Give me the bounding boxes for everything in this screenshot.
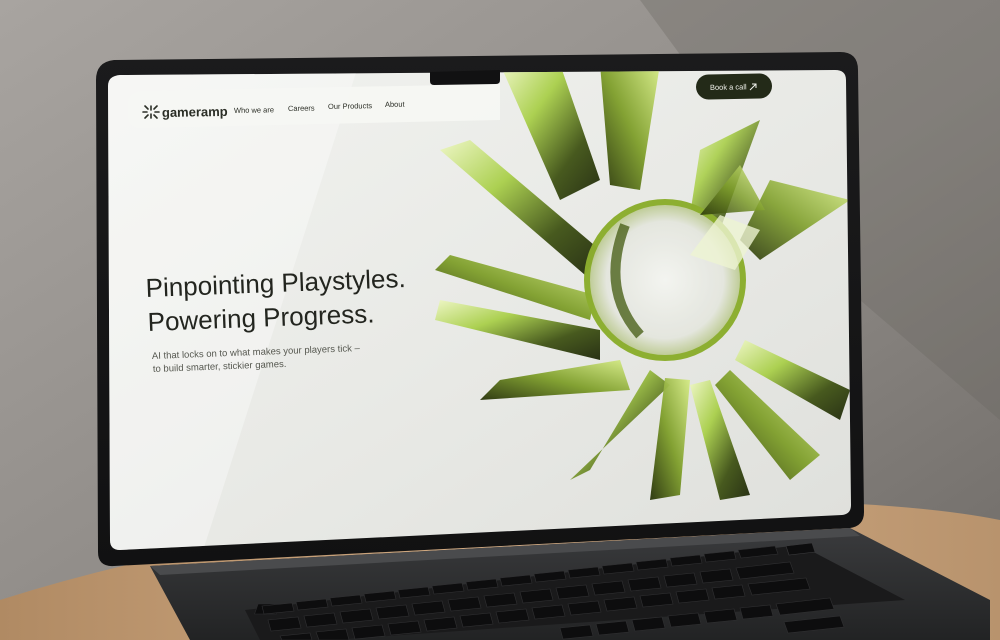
nav-item-our-products[interactable]: Our Products: [328, 101, 373, 111]
book-a-call-button[interactable]: Book a call: [696, 73, 773, 100]
brand-logo[interactable]: gameramp: [142, 104, 228, 120]
nav-item-about[interactable]: About: [385, 100, 406, 109]
brand-name: gameramp: [162, 104, 228, 120]
book-a-call-label: Book a call: [710, 82, 747, 92]
nav-item-careers[interactable]: Careers: [288, 104, 315, 113]
camera-notch: [430, 70, 500, 85]
nav-item-who-we-are[interactable]: Who we are: [234, 105, 274, 115]
laptop-scene: gameramp Who we are Careers Our Products…: [0, 0, 1000, 640]
